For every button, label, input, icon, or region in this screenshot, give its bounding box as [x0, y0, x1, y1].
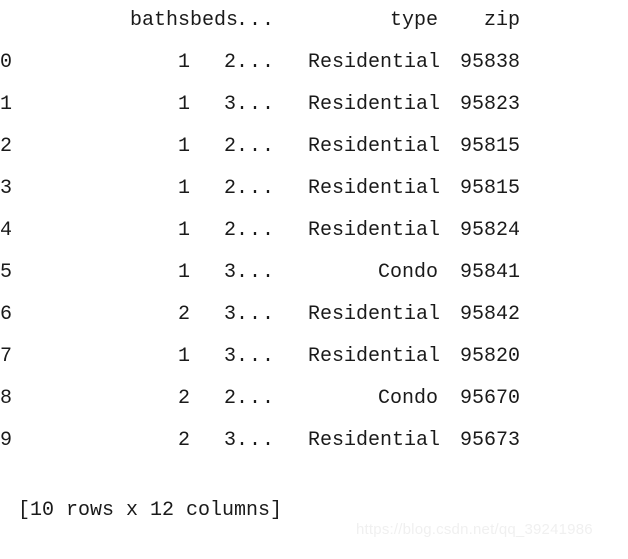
column-header-type: type: [389, 9, 438, 32]
cell-type: Condo: [377, 387, 438, 410]
header-row: baths beds ... type zip: [0, 0, 520, 42]
row-index: 3: [0, 177, 13, 200]
cell-zip: 95823: [459, 93, 520, 116]
cell-ellipsis: ...: [236, 177, 276, 200]
table-row: 2 1 2 ... Residential 95815: [0, 126, 520, 168]
dataframe-shape-footer: [10 rows x 12 columns]: [18, 499, 283, 522]
cell-beds: 3: [223, 93, 236, 116]
cell-type: Residential: [308, 303, 441, 326]
footer-spacer: [0, 462, 628, 498]
cell-zip: 95842: [459, 303, 520, 326]
table-row: 7 1 3 ... Residential 95820: [0, 336, 520, 378]
dataframe-output: baths beds ... type zip 0 1 2 ... Reside…: [0, 0, 628, 559]
column-header-ellipsis: ...: [236, 9, 276, 32]
cell-ellipsis: ...: [236, 261, 276, 284]
table-row: 3 1 2 ... Residential 95815: [0, 168, 520, 210]
cell-zip: 95815: [459, 135, 520, 158]
row-index: 4: [0, 219, 13, 242]
cell-baths: 1: [177, 135, 190, 158]
column-header-zip: zip: [483, 9, 520, 32]
cell-baths: 1: [177, 51, 190, 74]
cell-type: Residential: [308, 345, 441, 368]
cell-zip: 95820: [459, 345, 520, 368]
cell-type: Residential: [308, 135, 441, 158]
table-row: 6 2 3 ... Residential 95842: [0, 294, 520, 336]
table-row: 5 1 3 ... Condo 95841: [0, 252, 520, 294]
table-row: 0 1 2 ... Residential 95838: [0, 42, 520, 84]
cell-beds: 2: [223, 51, 236, 74]
cell-ellipsis: ...: [236, 51, 276, 74]
cell-baths: 2: [177, 429, 190, 452]
cell-baths: 2: [177, 303, 190, 326]
cell-type: Residential: [308, 177, 441, 200]
column-header-index: [0, 0, 118, 42]
table-row: 4 1 2 ... Residential 95824: [0, 210, 520, 252]
cell-baths: 1: [177, 219, 190, 242]
row-index: 7: [0, 345, 13, 368]
row-index: 9: [0, 429, 13, 452]
table-row: 1 1 3 ... Residential 95823: [0, 84, 520, 126]
cell-ellipsis: ...: [236, 345, 276, 368]
row-index: 5: [0, 261, 13, 284]
cell-beds: 3: [223, 261, 236, 284]
cell-baths: 1: [177, 261, 190, 284]
cell-zip: 95824: [459, 219, 520, 242]
table-row: 8 2 2 ... Condo 95670: [0, 378, 520, 420]
cell-beds: 3: [223, 345, 236, 368]
row-index: 6: [0, 303, 13, 326]
cell-type: Condo: [377, 261, 438, 284]
cell-beds: 2: [223, 135, 236, 158]
cell-type: Residential: [308, 51, 441, 74]
cell-type: Residential: [308, 93, 441, 116]
column-header-beds: beds: [190, 9, 239, 32]
row-index: 2: [0, 135, 13, 158]
cell-baths: 1: [177, 345, 190, 368]
cell-baths: 1: [177, 93, 190, 116]
cell-beds: 3: [223, 303, 236, 326]
cell-ellipsis: ...: [236, 429, 276, 452]
column-header-baths: baths: [129, 9, 190, 32]
cell-baths: 1: [177, 177, 190, 200]
table-row: 9 2 3 ... Residential 95673: [0, 420, 520, 462]
row-index: 0: [0, 51, 13, 74]
cell-zip: 95838: [459, 51, 520, 74]
table-header: baths beds ... type zip: [0, 0, 520, 42]
cell-beds: 2: [223, 387, 236, 410]
cell-beds: 2: [223, 177, 236, 200]
cell-beds: 3: [223, 429, 236, 452]
cell-zip: 95841: [459, 261, 520, 284]
row-index: 8: [0, 387, 13, 410]
cell-ellipsis: ...: [236, 303, 276, 326]
cell-ellipsis: ...: [236, 219, 276, 242]
cell-zip: 95670: [459, 387, 520, 410]
cell-baths: 2: [177, 387, 190, 410]
cell-zip: 95815: [459, 177, 520, 200]
table-body: 0 1 2 ... Residential 95838 1 1 3 ... Re…: [0, 42, 520, 462]
cell-type: Residential: [308, 219, 441, 242]
row-index: 1: [0, 93, 13, 116]
cell-ellipsis: ...: [236, 387, 276, 410]
cell-zip: 95673: [459, 429, 520, 452]
cell-ellipsis: ...: [236, 93, 276, 116]
dataframe-table: baths beds ... type zip 0 1 2 ... Reside…: [0, 0, 520, 462]
cell-ellipsis: ...: [236, 135, 276, 158]
cell-type: Residential: [308, 429, 441, 452]
cell-beds: 2: [223, 219, 236, 242]
